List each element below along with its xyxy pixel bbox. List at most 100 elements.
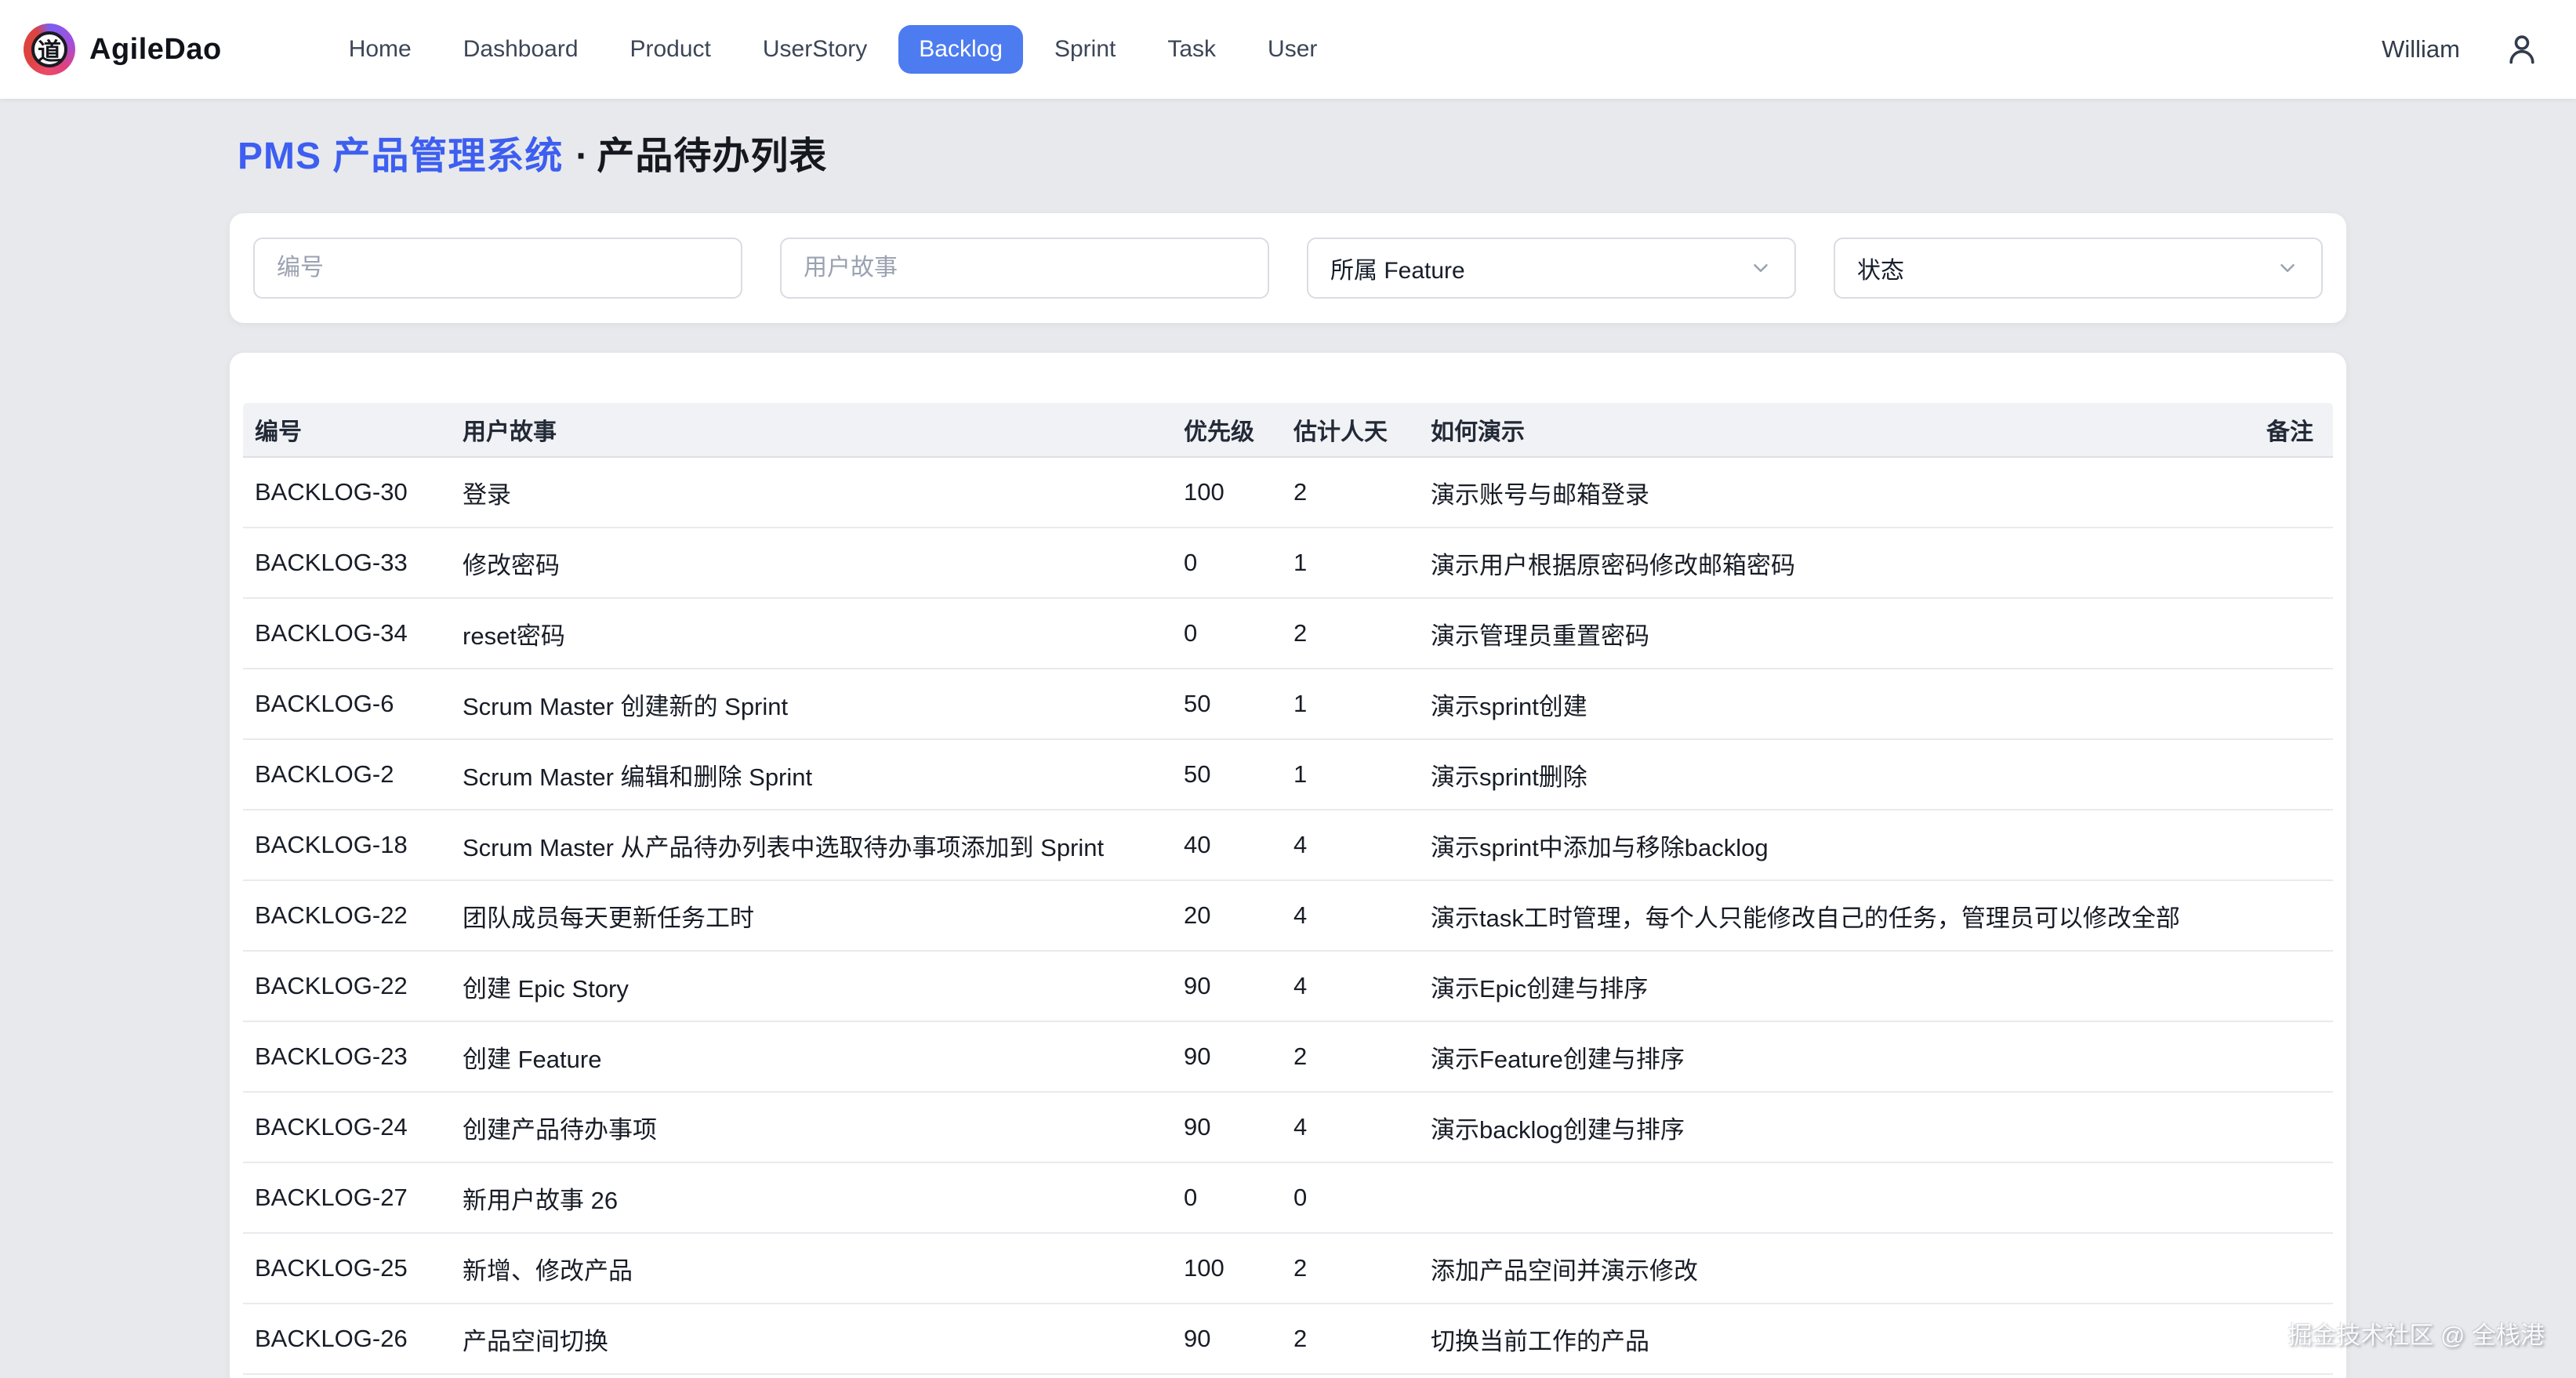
table-row: BACKLOG-23 创建 Feature 90 2 演示Feature创建与排… <box>243 1022 2333 1093</box>
table-row: BACKLOG-33 修改密码 0 1 演示用户根据原密码修改邮箱密码 <box>243 528 2333 599</box>
cell-note <box>2243 1022 2333 1091</box>
cell-days: 4 <box>1282 952 1419 1021</box>
cell-note <box>2243 740 2333 809</box>
page-title: PMS 产品管理系统·产品待办列表 <box>238 134 2338 180</box>
chevron-down-icon <box>2276 256 2299 280</box>
page-title-secondary: 产品待办列表 <box>597 136 827 177</box>
cell-demo: 添加产品空间并演示修改 <box>1419 1234 2243 1303</box>
backlog-id-input[interactable] <box>253 238 742 299</box>
cell-priority: 100 <box>1172 1234 1282 1303</box>
cell-story: 创建 Epic Story <box>451 952 1172 1021</box>
cell-days: 1 <box>1282 528 1419 597</box>
cell-story: Scrum Master 编辑和删除 Sprint <box>451 740 1172 809</box>
table-row: BACKLOG-25 新增、修改产品 100 2 添加产品空间并演示修改 <box>243 1234 2333 1304</box>
cell-id: BACKLOG-26 <box>243 1304 451 1373</box>
column-header-demo: 如何演示 <box>1419 412 2243 447</box>
cell-demo: 切换当前工作的产品 <box>1419 1304 2243 1373</box>
table-row: BACKLOG-22 创建 Epic Story 90 4 演示Epic创建与排… <box>243 952 2333 1022</box>
nav-item-dashboard[interactable]: Dashboard <box>443 25 599 74</box>
cell-priority: 100 <box>1172 458 1282 527</box>
cell-demo: 演示backlog创建与排序 <box>1419 1093 2243 1162</box>
nav-item-userstory[interactable]: UserStory <box>742 25 887 74</box>
cell-demo <box>1419 1163 2243 1232</box>
table-row: BACKLOG-6 Scrum Master 创建新的 Sprint 50 1 … <box>243 669 2333 740</box>
cell-note <box>2243 1163 2333 1232</box>
table-body: BACKLOG-30 登录 100 2 演示账号与邮箱登录 BACKLOG-33… <box>243 458 2333 1375</box>
cell-days: 2 <box>1282 1304 1419 1373</box>
table-row: BACKLOG-27 新用户故事 26 0 0 <box>243 1163 2333 1234</box>
cell-story: 修改密码 <box>451 528 1172 597</box>
cell-note <box>2243 1304 2333 1373</box>
brand-logo-icon[interactable]: 道 <box>24 24 75 75</box>
nav-menu: HomeDashboardProductUserStoryBacklogSpri… <box>328 25 1338 74</box>
cell-days: 2 <box>1282 1022 1419 1091</box>
feature-select[interactable]: 所属 Feature <box>1307 238 1796 299</box>
cell-demo: 演示sprint删除 <box>1419 740 2243 809</box>
cell-id: BACKLOG-23 <box>243 1022 451 1091</box>
cell-note <box>2243 528 2333 597</box>
status-select-value: 状态 <box>1857 251 1904 285</box>
cell-story: 新增、修改产品 <box>451 1234 1172 1303</box>
page-content: PMS 产品管理系统·产品待办列表 所属 Feature 状态 编号 用户故事 … <box>230 134 2346 1378</box>
nav-item-product[interactable]: Product <box>610 25 731 74</box>
cell-days: 4 <box>1282 1093 1419 1162</box>
cell-priority: 0 <box>1172 599 1282 668</box>
cell-demo: 演示Epic创建与排序 <box>1419 952 2243 1021</box>
cell-priority: 50 <box>1172 669 1282 738</box>
cell-story: 创建产品待办事项 <box>451 1093 1172 1162</box>
cell-demo: 演示sprint创建 <box>1419 669 2243 738</box>
table-row: BACKLOG-30 登录 100 2 演示账号与邮箱登录 <box>243 458 2333 528</box>
cell-id: BACKLOG-25 <box>243 1234 451 1303</box>
cell-days: 4 <box>1282 810 1419 879</box>
cell-note <box>2243 881 2333 950</box>
cell-note <box>2243 952 2333 1021</box>
cell-priority: 40 <box>1172 810 1282 879</box>
cell-demo: 演示账号与邮箱登录 <box>1419 458 2243 527</box>
cell-id: BACKLOG-22 <box>243 952 451 1021</box>
cell-priority: 50 <box>1172 740 1282 809</box>
table-row: BACKLOG-26 产品空间切换 90 2 切换当前工作的产品 <box>243 1304 2333 1375</box>
column-header-id: 编号 <box>243 412 451 447</box>
nav-item-sprint[interactable]: Sprint <box>1034 25 1136 74</box>
cell-id: BACKLOG-30 <box>243 458 451 527</box>
cell-priority: 0 <box>1172 1163 1282 1232</box>
column-header-days: 估计人天 <box>1282 412 1419 447</box>
column-header-story: 用户故事 <box>451 412 1172 447</box>
cell-demo: 演示Feature创建与排序 <box>1419 1022 2243 1091</box>
cell-days: 2 <box>1282 1234 1419 1303</box>
cell-id: BACKLOG-27 <box>243 1163 451 1232</box>
chevron-down-icon <box>1749 256 1772 280</box>
cell-story: 创建 Feature <box>451 1022 1172 1091</box>
cell-id: BACKLOG-18 <box>243 810 451 879</box>
table-row: BACKLOG-34 reset密码 0 2 演示管理员重置密码 <box>243 599 2333 669</box>
cell-id: BACKLOG-6 <box>243 669 451 738</box>
cell-demo: 演示管理员重置密码 <box>1419 599 2243 668</box>
cell-note <box>2243 599 2333 668</box>
user-story-input[interactable] <box>780 238 1269 299</box>
cell-story: reset密码 <box>451 599 1172 668</box>
cell-days: 2 <box>1282 458 1419 527</box>
table-header-row: 编号 用户故事 优先级 估计人天 如何演示 备注 <box>243 403 2333 458</box>
cell-priority: 90 <box>1172 1022 1282 1091</box>
user-profile-icon[interactable] <box>2504 31 2540 67</box>
cell-demo: 演示用户根据原密码修改邮箱密码 <box>1419 528 2243 597</box>
cell-note <box>2243 458 2333 527</box>
nav-item-user[interactable]: User <box>1247 25 1337 74</box>
nav-item-home[interactable]: Home <box>328 25 432 74</box>
table-row: BACKLOG-18 Scrum Master 从产品待办列表中选取待办事项添加… <box>243 810 2333 881</box>
nav-item-task[interactable]: Task <box>1147 25 1236 74</box>
cell-note <box>2243 669 2333 738</box>
table-row: BACKLOG-2 Scrum Master 编辑和删除 Sprint 50 1… <box>243 740 2333 810</box>
cell-id: BACKLOG-34 <box>243 599 451 668</box>
feature-select-value: 所属 Feature <box>1330 251 1465 285</box>
nav-right: William <box>2382 31 2540 67</box>
cell-days: 2 <box>1282 599 1419 668</box>
cell-id: BACKLOG-2 <box>243 740 451 809</box>
status-select[interactable]: 状态 <box>1834 238 2323 299</box>
cell-days: 1 <box>1282 669 1419 738</box>
table-row: BACKLOG-22 团队成员每天更新任务工时 20 4 演示task工时管理，… <box>243 881 2333 952</box>
nav-item-backlog[interactable]: Backlog <box>898 25 1023 74</box>
cell-id: BACKLOG-24 <box>243 1093 451 1162</box>
column-header-note: 备注 <box>2243 412 2333 447</box>
backlog-table-card: 编号 用户故事 优先级 估计人天 如何演示 备注 BACKLOG-30 登录 1… <box>230 353 2346 1378</box>
